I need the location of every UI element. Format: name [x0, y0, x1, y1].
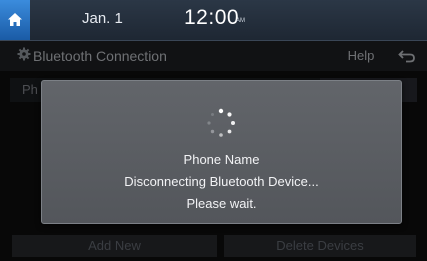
home-icon — [8, 13, 22, 26]
status-date: Jan. 1 — [82, 10, 123, 27]
popup-device-name: Phone Name — [183, 152, 260, 167]
home-button[interactable] — [0, 0, 30, 40]
popup-wait-text: Please wait. — [186, 196, 257, 211]
status-bar: Jan. 1 12:00 AM — [0, 0, 427, 41]
status-time: 12:00 — [184, 6, 240, 29]
screen: Jan. 1 12:00 AM Bluetooth Connection Hel… — [0, 0, 427, 261]
spinner-icon — [207, 108, 235, 137]
disconnecting-popup: Phone Name Disconnecting Bluetooth Devic… — [41, 80, 402, 224]
popup-message: Disconnecting Bluetooth Device... — [124, 174, 319, 189]
status-ampm: AM — [236, 18, 245, 24]
